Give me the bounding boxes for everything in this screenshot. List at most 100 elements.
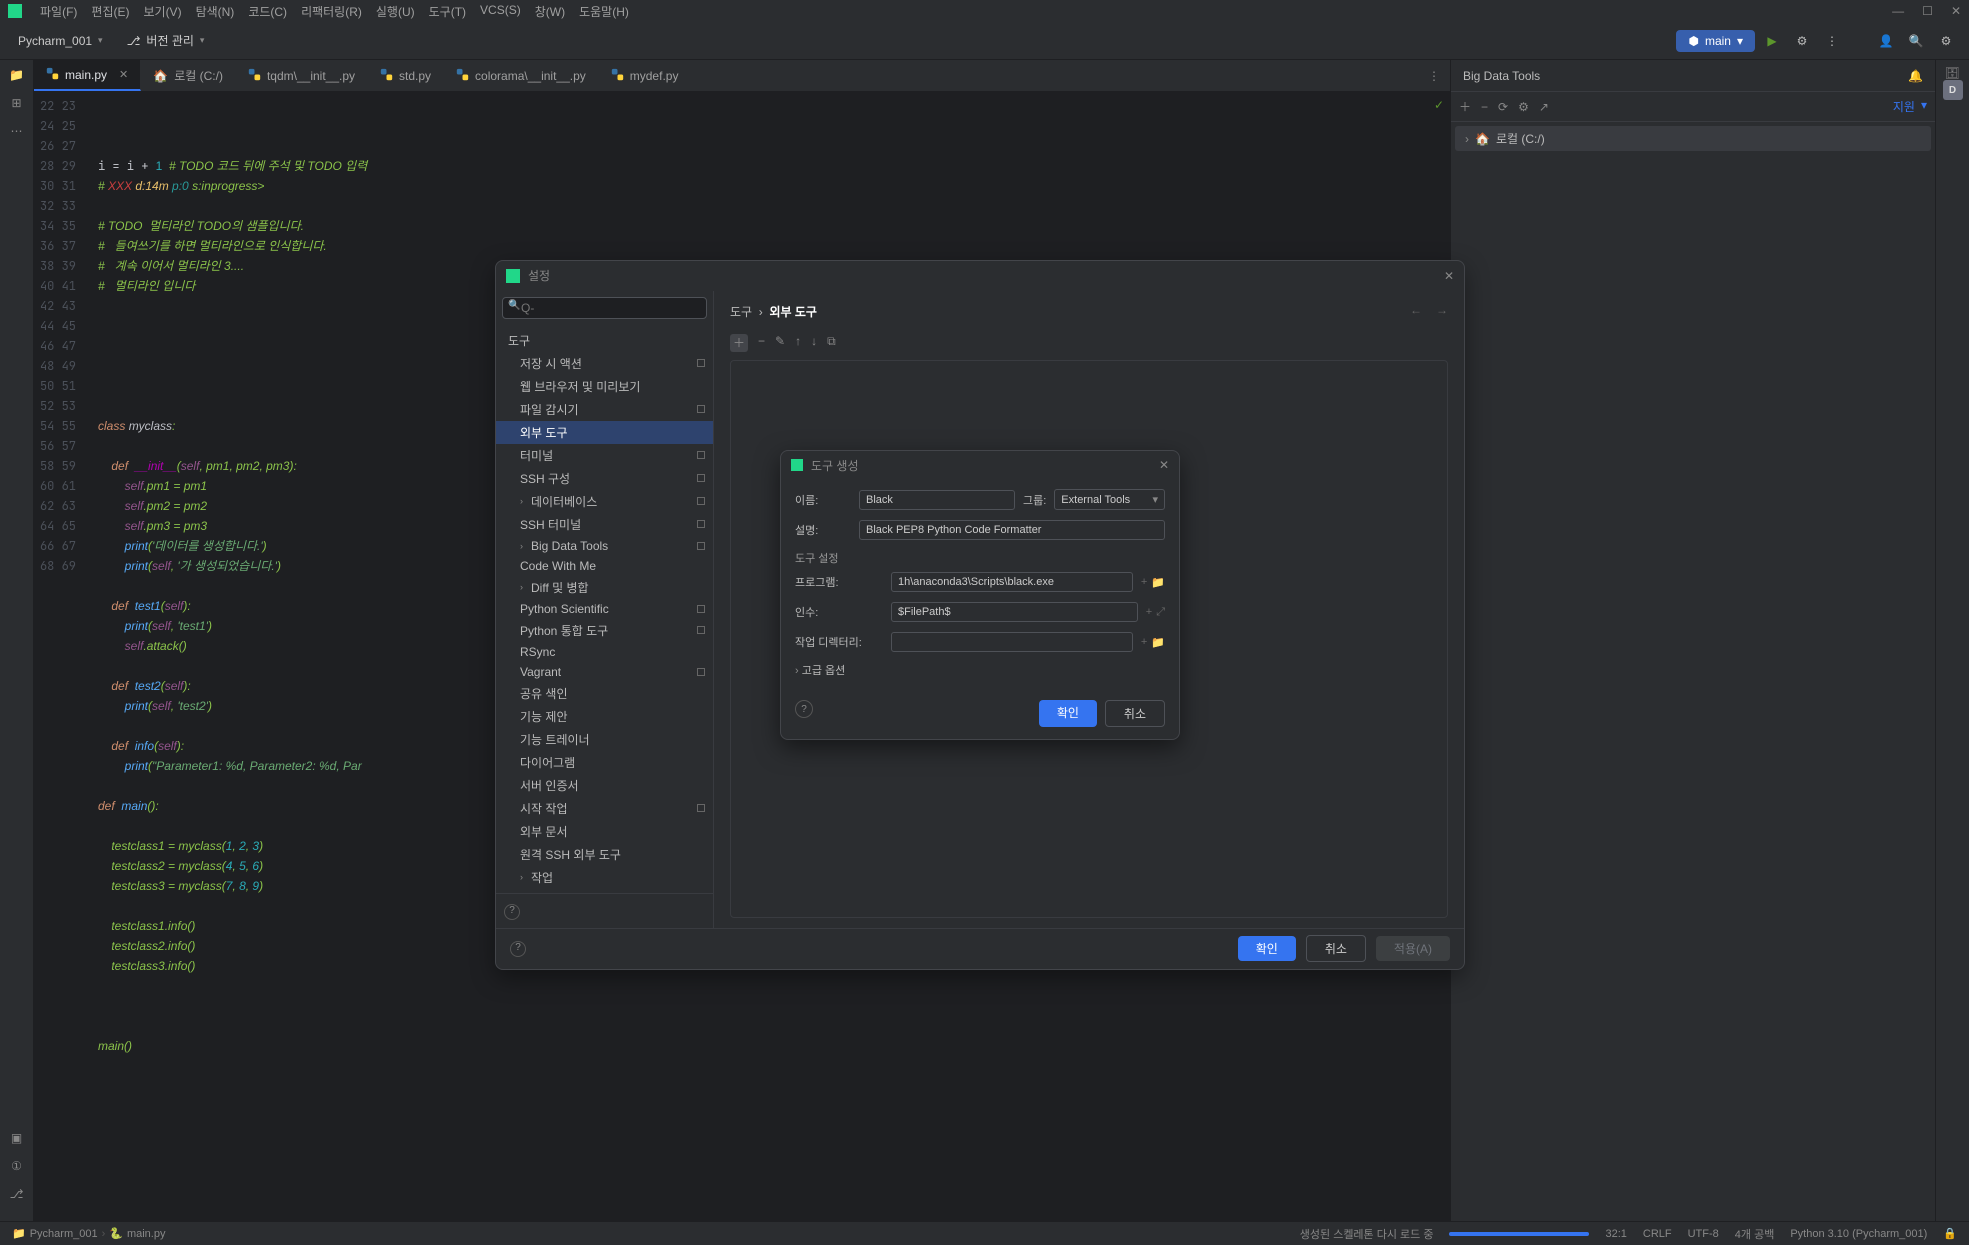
big-data-badge[interactable]: D [1943, 80, 1963, 100]
back-icon[interactable]: ← [1410, 303, 1422, 320]
vcs-tool-icon[interactable]: ⎇ [8, 1185, 26, 1203]
settings-tree-item[interactable]: 도구 [496, 329, 713, 352]
editor-tab[interactable]: colorama\__init__.py [444, 60, 599, 91]
maximize-icon[interactable]: ☐ [1922, 4, 1933, 18]
menu-item[interactable]: 파일(F) [34, 3, 83, 20]
tool-desc-input[interactable] [859, 520, 1165, 540]
advanced-options-toggle[interactable]: › 고급 옵션 [795, 662, 1165, 678]
settings-icon[interactable]: ⚙ [1518, 100, 1529, 114]
problems-tool-icon[interactable]: ① [8, 1157, 26, 1175]
settings-tree-item[interactable]: SSH 구성 [496, 467, 713, 490]
edit-tool-button[interactable]: ✎ [775, 334, 785, 352]
close-icon[interactable]: ✕ [1444, 269, 1454, 283]
settings-tree-item[interactable]: 웹 브라우저 및 미리보기 [496, 375, 713, 398]
open-icon[interactable]: ↗ [1539, 100, 1549, 114]
add-icon[interactable]: ＋ [1459, 98, 1471, 115]
minimize-icon[interactable]: — [1892, 4, 1904, 18]
settings-ok-button[interactable]: 확인 [1238, 936, 1296, 961]
interpreter[interactable]: Python 3.10 (Pycharm_001) [1790, 1228, 1927, 1240]
settings-tree-item[interactable]: RSync [496, 642, 713, 662]
structure-tool-icon[interactable]: ⊞ [8, 94, 26, 112]
database-tool-icon[interactable]: 🗄 [1945, 66, 1960, 80]
support-link[interactable]: 지원 [1893, 98, 1915, 115]
background-task[interactable]: 생성된 스켈레톤 다시 로드 중 [1300, 1226, 1434, 1242]
encoding[interactable]: UTF-8 [1688, 1228, 1719, 1240]
settings-cancel-button[interactable]: 취소 [1306, 935, 1366, 962]
notifications-icon[interactable]: 🔔 [1908, 69, 1923, 83]
line-ending[interactable]: CRLF [1643, 1228, 1672, 1240]
insert-macro-icon[interactable]: + [1141, 576, 1147, 589]
settings-tree-item[interactable]: Vagrant [496, 662, 713, 682]
menu-item[interactable]: 탐색(N) [190, 3, 241, 20]
run-config-button[interactable]: ⬢ main ▾ [1676, 30, 1755, 52]
help-icon[interactable]: ? [504, 904, 520, 920]
run-button[interactable]: ▶ [1759, 28, 1785, 54]
editor-tab[interactable]: main.py✕ [34, 60, 141, 91]
wdir-input[interactable] [891, 632, 1133, 652]
project-tool-icon[interactable]: 📁 [8, 66, 26, 84]
settings-tree-item[interactable]: 외부 문서 [496, 820, 713, 843]
expand-icon[interactable]: ⤢ [1156, 606, 1165, 619]
help-icon[interactable]: ? [510, 941, 526, 957]
browse-icon[interactable]: 📁 [1151, 636, 1165, 649]
tool-name-input[interactable] [859, 490, 1015, 510]
tab-more-button[interactable]: ⋮ [1418, 60, 1450, 91]
program-input[interactable] [891, 572, 1133, 592]
settings-tree-item[interactable]: Python 통합 도구 [496, 619, 713, 642]
settings-search-input[interactable] [502, 297, 707, 319]
tool-cancel-button[interactable]: 취소 [1105, 700, 1165, 727]
settings-tree-item[interactable]: 기능 제안 [496, 705, 713, 728]
settings-tree-item[interactable]: ›Diff 및 병합 [496, 576, 713, 599]
settings-tree-item[interactable]: 서버 인증서 [496, 774, 713, 797]
move-up-button[interactable]: ↑ [795, 334, 801, 352]
project-selector[interactable]: Pycharm_001 ▾ [10, 30, 111, 52]
settings-tree-item[interactable]: ›데이터베이스 [496, 490, 713, 513]
settings-tree-item[interactable]: ›작업 [496, 866, 713, 889]
lock-icon[interactable]: 🔒 [1943, 1227, 1957, 1240]
menu-item[interactable]: 실행(U) [370, 3, 421, 20]
editor-tab[interactable]: std.py [368, 60, 444, 91]
vcs-selector[interactable]: ⎇ 버전 관리 ▾ [119, 28, 213, 53]
insert-macro-icon[interactable]: + [1146, 606, 1152, 619]
more-actions-button[interactable]: ⋮ [1819, 28, 1845, 54]
settings-button[interactable]: ⚙ [1933, 28, 1959, 54]
search-button[interactable]: 🔍 [1903, 28, 1929, 54]
menu-item[interactable]: 편집(E) [85, 3, 135, 20]
breadcrumb-project[interactable]: Pycharm_001 [30, 1228, 98, 1240]
terminal-tool-icon[interactable]: ▣ [8, 1129, 26, 1147]
problems-indicator[interactable]: ✓ [1434, 98, 1444, 112]
move-down-button[interactable]: ↓ [811, 334, 817, 352]
settings-tree[interactable]: 도구저장 시 액션웹 브라우저 및 미리보기파일 감시기외부 도구터미널SSH … [496, 325, 713, 893]
menu-item[interactable]: 도움말(H) [573, 3, 635, 20]
settings-tree-item[interactable]: 다이어그램 [496, 751, 713, 774]
tool-ok-button[interactable]: 확인 [1039, 700, 1097, 727]
breadcrumb-file[interactable]: main.py [127, 1228, 166, 1240]
remove-tool-button[interactable]: − [758, 334, 765, 352]
settings-tree-item[interactable]: SSH 터미널 [496, 513, 713, 536]
tree-root-row[interactable]: › 🏠 로컬 (C:/) [1455, 126, 1931, 151]
settings-tree-item[interactable]: Code With Me [496, 556, 713, 576]
refresh-icon[interactable]: ⟳ [1498, 100, 1508, 114]
menu-item[interactable]: 창(W) [529, 3, 571, 20]
settings-tree-item[interactable]: 터미널 [496, 444, 713, 467]
settings-tree-item[interactable]: 파일 감시기 [496, 398, 713, 421]
remove-icon[interactable]: − [1481, 100, 1488, 114]
menu-item[interactable]: 도구(T) [423, 3, 472, 20]
editor-tab[interactable]: mydef.py [599, 60, 692, 91]
settings-tree-item[interactable]: Python Scientific [496, 599, 713, 619]
account-button[interactable]: 👤 [1873, 28, 1899, 54]
close-icon[interactable]: ✕ [1159, 458, 1169, 472]
args-input[interactable] [891, 602, 1138, 622]
add-tool-button[interactable]: ＋ [730, 334, 748, 352]
menu-item[interactable]: VCS(S) [474, 3, 527, 20]
menu-item[interactable]: 보기(V) [137, 3, 187, 20]
settings-tree-item[interactable]: 원격 SSH 외부 도구 [496, 843, 713, 866]
debug-button[interactable]: ⚙ [1789, 28, 1815, 54]
settings-tree-item[interactable]: 공유 색인 [496, 682, 713, 705]
editor-tab[interactable]: tqdm\__init__.py [236, 60, 368, 91]
indent[interactable]: 4개 공백 [1735, 1226, 1775, 1242]
caret-position[interactable]: 32:1 [1605, 1228, 1626, 1240]
settings-tree-item[interactable]: ›Big Data Tools [496, 536, 713, 556]
settings-tree-item[interactable]: 기능 트레이너 [496, 728, 713, 751]
menu-item[interactable]: 리팩터링(R) [295, 3, 368, 20]
